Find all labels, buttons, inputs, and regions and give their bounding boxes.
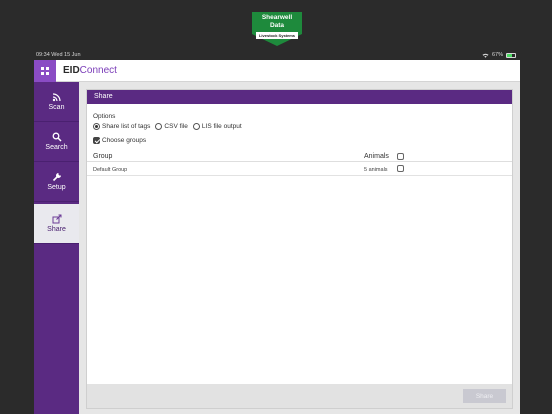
option-share-list-of-tags[interactable]: Share list of tags bbox=[93, 123, 150, 130]
app-header: EIDConnect bbox=[34, 60, 520, 82]
logo-text-line1: Shearwell bbox=[261, 14, 293, 21]
sidebar: Scan Search Setup Share bbox=[34, 82, 79, 414]
option-label: Share list of tags bbox=[102, 123, 151, 130]
groups-table-header: Group Animals bbox=[87, 150, 512, 162]
logo-text-line2: Data bbox=[269, 22, 285, 29]
share-panel-title: Share bbox=[87, 90, 512, 104]
group-select-checkbox[interactable] bbox=[397, 165, 404, 172]
share-panel: Share Options Share list of tags CSV fil… bbox=[86, 89, 513, 409]
options-label: Options bbox=[93, 113, 116, 120]
sidebar-item-setup[interactable]: Setup bbox=[34, 162, 79, 202]
option-csv-file[interactable]: CSV file bbox=[155, 123, 188, 130]
choose-groups-label: Choose groups bbox=[102, 137, 147, 144]
select-all-checkbox[interactable] bbox=[397, 153, 404, 160]
sidebar-item-label: Setup bbox=[47, 184, 66, 191]
table-row[interactable]: Default Group 5 animals bbox=[87, 162, 512, 176]
app-window: EIDConnect Scan Search Setup Share Share… bbox=[34, 60, 520, 414]
battery-icon bbox=[506, 52, 516, 58]
wifi-icon bbox=[482, 53, 489, 58]
option-label: LIS file output bbox=[201, 123, 242, 130]
shearwell-logo: Shearwell Data Livestock Systems bbox=[252, 12, 302, 46]
apps-grid-button[interactable] bbox=[34, 60, 56, 82]
status-time-date: 09:34 Wed 15 Jun bbox=[36, 52, 81, 58]
sidebar-item-label: Search bbox=[45, 144, 68, 151]
status-indicators: 67% bbox=[482, 52, 516, 58]
share-options: Share list of tags CSV file LIS file out… bbox=[93, 123, 247, 130]
status-date: Wed 15 Jun bbox=[51, 52, 81, 58]
scan-icon bbox=[52, 93, 61, 102]
sidebar-item-label: Scan bbox=[48, 104, 65, 111]
wrench-icon bbox=[52, 173, 61, 182]
share-icon bbox=[52, 214, 61, 224]
choose-groups-checkbox[interactable] bbox=[93, 137, 100, 144]
sidebar-item-scan[interactable]: Scan bbox=[34, 82, 79, 122]
column-header-animals: Animals bbox=[364, 153, 389, 160]
choose-groups-toggle[interactable]: Choose groups bbox=[93, 137, 146, 144]
status-time: 09:34 bbox=[36, 52, 50, 58]
sidebar-item-search[interactable]: Search bbox=[34, 122, 79, 162]
column-header-group: Group bbox=[93, 153, 113, 160]
option-lis-file-output[interactable]: LIS file output bbox=[192, 123, 242, 130]
sidebar-item-label: Share bbox=[47, 226, 66, 233]
radio-button[interactable] bbox=[192, 123, 200, 130]
logo-tagline: Livestock Systems bbox=[256, 32, 298, 39]
app-brand: EIDConnect bbox=[63, 65, 117, 77]
search-icon bbox=[52, 132, 62, 142]
radio-button[interactable] bbox=[93, 123, 100, 130]
share-button[interactable]: Share bbox=[463, 389, 506, 403]
share-footer: Share bbox=[87, 384, 512, 408]
battery-percent: 67% bbox=[491, 52, 503, 58]
brand-connect: Connect bbox=[79, 65, 117, 76]
option-label: CSV file bbox=[164, 123, 188, 130]
animal-count: 5 animals bbox=[364, 167, 388, 173]
sidebar-item-share[interactable]: Share bbox=[34, 204, 79, 244]
status-bar: 09:34 Wed 15 Jun 67% bbox=[0, 50, 552, 60]
grid-icon bbox=[41, 67, 49, 75]
group-name: Default Group bbox=[93, 167, 128, 173]
brand-eid: EID bbox=[63, 65, 80, 76]
radio-button[interactable] bbox=[155, 123, 163, 130]
